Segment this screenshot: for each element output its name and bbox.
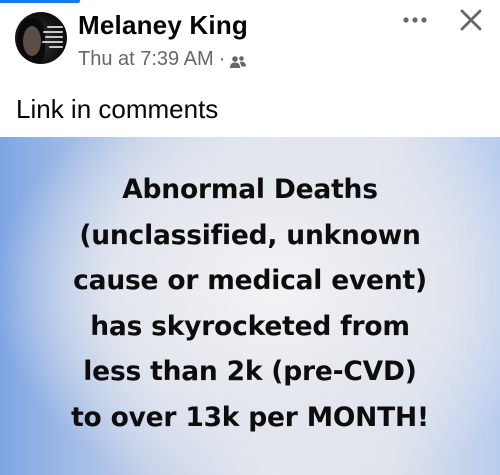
avatar-text-line (43, 31, 63, 33)
avatar-text-line (42, 41, 63, 43)
avatar[interactable] (15, 12, 67, 64)
image-text-line: (unclassified, unknown (79, 219, 421, 251)
avatar-text-line (47, 26, 63, 28)
image-text-line: less than 2k (pre-CVD) (83, 356, 417, 387)
post-image[interactable]: Abnormal Deaths (unclassified, unknown c… (0, 137, 500, 475)
avatar-face (23, 26, 41, 56)
author-name[interactable]: Melaney King (78, 10, 248, 41)
post-header: Melaney King Thu at 7:39 AM · (0, 0, 500, 86)
avatar-text-line (49, 46, 63, 48)
more-icon (403, 17, 427, 23)
post-timestamp[interactable]: Thu at 7:39 AM (78, 48, 214, 71)
meta-separator: · (218, 47, 226, 70)
close-button[interactable] (455, 4, 487, 36)
image-text-line: has skyrocketed from (90, 310, 410, 342)
close-icon (460, 9, 482, 31)
post-card: Melaney King Thu at 7:39 AM · Link in co… (0, 0, 500, 475)
image-text-line: Abnormal Deaths (122, 174, 378, 205)
image-text-line: to over 13k per MONTH! (71, 401, 429, 433)
more-options-button[interactable] (398, 8, 432, 32)
post-text: Link in comments (16, 94, 219, 124)
image-text: Abnormal Deaths (unclassified, unknown c… (0, 167, 500, 440)
friends-icon[interactable] (229, 52, 247, 68)
post-meta: Thu at 7:39 AM · (78, 46, 247, 72)
image-text-line: cause or medical event) (73, 265, 427, 296)
avatar-text-line (45, 36, 63, 38)
